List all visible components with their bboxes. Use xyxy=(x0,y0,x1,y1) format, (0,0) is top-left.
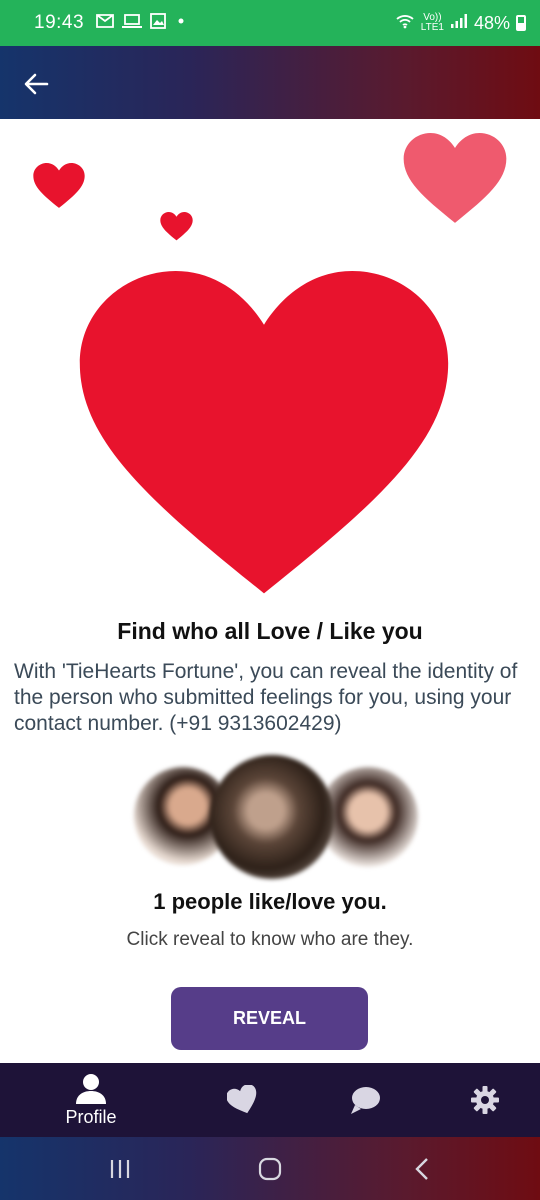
status-bar: 19:43 Vo)) LTE1 48% xyxy=(0,0,540,46)
page-title: Find who all Love / Like you xyxy=(117,618,423,644)
status-notifications xyxy=(96,13,188,33)
big-heart-icon xyxy=(79,271,449,594)
gallery-icon xyxy=(150,13,166,33)
reveal-hint-text: Click reveal to know who are they. xyxy=(126,929,414,950)
nav-label-profile: Profile xyxy=(65,1106,117,1127)
nav-item-settings[interactable] xyxy=(460,1063,510,1137)
avatar-group xyxy=(0,755,540,879)
bottom-nav: Profile xyxy=(0,1063,540,1137)
signal-icon xyxy=(450,13,468,34)
wifi-icon xyxy=(395,13,415,34)
nav-item-chat[interactable] xyxy=(340,1063,390,1137)
arrow-left-icon xyxy=(24,73,49,95)
status-system: Vo)) LTE1 48% xyxy=(395,13,526,34)
status-time: 19:43 xyxy=(34,12,85,33)
small-heart-icon xyxy=(33,163,85,208)
reveal-button-label: REVEAL xyxy=(232,1008,306,1028)
main-content: Find who all Love / Like you With 'TieHe… xyxy=(0,119,540,1063)
battery-icon xyxy=(516,15,526,31)
reveal-button[interactable]: REVEAL xyxy=(171,987,368,1050)
tiny-heart-icon xyxy=(160,212,193,241)
home-button[interactable] xyxy=(250,1149,290,1189)
gmail-icon xyxy=(96,14,114,32)
system-back-button[interactable] xyxy=(402,1149,442,1189)
chat-bubble-icon xyxy=(351,1087,380,1114)
description-text: With 'TieHearts Fortune', you can reveal… xyxy=(14,660,518,735)
back-button[interactable] xyxy=(18,66,54,102)
nav-item-profile[interactable]: Profile xyxy=(50,1063,132,1137)
dot-icon xyxy=(174,14,188,32)
back-icon xyxy=(415,1158,428,1180)
people-count-text: 1 people like/love you. xyxy=(153,889,387,914)
lte-label: LTE1 xyxy=(420,22,444,33)
avatar xyxy=(210,755,334,879)
system-nav-bar xyxy=(0,1137,540,1200)
laptop-icon xyxy=(122,14,143,32)
network-type: Vo)) LTE1 xyxy=(421,13,444,33)
pink-heart-icon xyxy=(403,133,507,223)
recent-apps-button[interactable] xyxy=(100,1149,140,1189)
gear-icon xyxy=(471,1086,499,1114)
nav-item-likes[interactable] xyxy=(218,1063,268,1137)
person-icon xyxy=(76,1073,106,1104)
recent-apps-icon xyxy=(110,1160,130,1178)
heart-icon xyxy=(227,1085,257,1114)
home-icon xyxy=(258,1157,282,1181)
battery-percent: 48% xyxy=(473,12,510,33)
app-bar xyxy=(0,46,540,119)
